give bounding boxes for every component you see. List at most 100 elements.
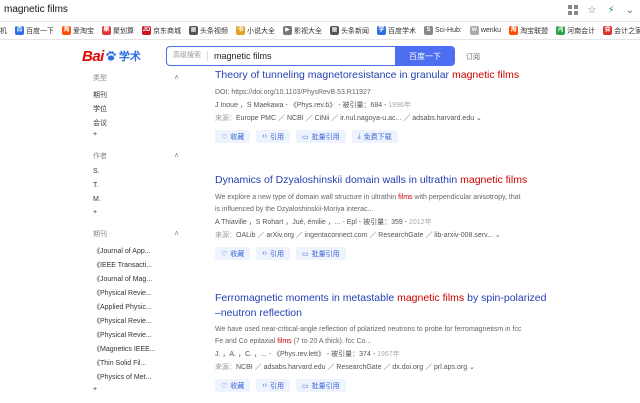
collapse-icon[interactable]: ∧ [174,229,179,237]
bookmark-label: 头条视频 [200,27,228,35]
bookmark-label: 机 [0,27,7,35]
expand-more-author[interactable]: + [93,209,97,216]
quote-icon: ‹› [262,382,267,389]
result-actions: ♡ 收藏 ‹› 引用 ▭ 批量引用 ⤓ 免费下载 [215,130,555,143]
star-icon[interactable]: ☆ [586,4,598,16]
result-actions: ♡ 收藏 ‹› 引用 ▭ 批量引用 [215,247,555,260]
result-sources[interactable]: 来源：Europe PMC ／ NCBI ／ CiNii ／ ir.nul.na… [215,113,555,125]
result-sources[interactable]: 来源：NCBI ／ adsabs.harvard.edu ／ ResearchG… [215,362,555,374]
result-sources[interactable]: 来源：OALib ／ arXiv.org ／ ingentaconnect.co… [215,230,555,242]
filter-item-author[interactable]: M. [93,196,101,203]
bookmark-favicon-icon: 聚 [102,26,111,35]
search-input[interactable]: magnetic films [208,51,272,61]
bookmark-favicon-icon: 淘 [509,26,519,35]
batch-cite-button[interactable]: ▭ 批量引用 [295,379,346,392]
free-download-button[interactable]: ⤓ 免费下载 [351,130,398,143]
folder-icon: ▭ [301,133,309,141]
bookmark-label: 小说大全 [247,27,275,35]
subscribe-link[interactable]: 订阅 [466,52,480,62]
paw-icon [106,51,116,61]
baidu-xueshu-logo[interactable]: Bai 学术 [82,46,141,66]
bookmark-label: 头条新闻 [341,27,369,35]
filter-item-journal-name[interactable]: 《Physical Revie... [93,316,152,326]
chevron-down-icon[interactable]: ⌄ [624,4,636,16]
cite-button[interactable]: ‹› 引用 [256,379,290,392]
result-abstract: We explore a new type of domain wall str… [215,194,521,201]
tab-title[interactable]: magnetic films [4,4,68,15]
result-title-link[interactable]: Theory of tunneling magnetoresistance in… [215,68,555,83]
bookmark-item[interactable]: 淘爱淘宝 [62,26,94,36]
filter-item-journal[interactable]: 期刊 [93,90,107,100]
bookmark-item[interactable]: ▶ 影视大全 [283,26,322,36]
collapse-icon[interactable]: ∧ [174,151,179,159]
bookmark-item[interactable]: JD 京东商城 [142,26,181,36]
bookmark-label: 聚划算 [113,27,134,35]
bookmark-item[interactable]: 淘淘宝联盟 [509,26,548,36]
result-meta: J Inoue ，S Maekawa - 《Phys.rev.b》 - 被引量：… [215,102,411,109]
collapse-icon[interactable]: ∧ [174,73,179,81]
bookmark-favicon-icon: 学 [377,26,386,35]
advanced-search-link[interactable]: 高级搜索 [167,51,208,61]
filter-item-author[interactable]: S. [93,168,100,175]
result-title-link-line2[interactable]: –neutron reflection [215,306,555,321]
bookmark-item[interactable]: 学百度学术 [377,26,416,36]
cite-button[interactable]: ‹› 引用 [256,247,290,260]
filter-item-journal-name[interactable]: 《Physical Revie... [93,288,152,298]
bookmark-favicon-icon: JD [142,26,151,35]
grid-icon[interactable] [567,4,579,16]
batch-cite-button[interactable]: ▭ 批量引用 [295,247,346,260]
filter-sidebar: 类型 ∧ 期刊 学位 会议 + 作者 ∧ S. T. M. + 期刊 ∧ 《Jo… [86,72,182,403]
batch-cite-button[interactable]: ▭ 批量引用 [295,130,346,143]
expand-more-journal[interactable]: + [93,386,97,393]
bookmark-item[interactable]: w wenku [469,26,501,35]
filter-item-journal-name[interactable]: 《Magnetics IEEE... [93,344,156,354]
filter-item-journal-name[interactable]: 《Journal of App... [93,246,151,256]
result-abstract-line: is influenced by the Dzyaloshinskii-Mori… [215,206,374,213]
browser-toolbar-icons: ☆ ⚡ ⌄ [567,4,636,16]
filter-item-conference[interactable]: 会议 [93,118,107,128]
result-meta: J. ，A. ，C. ，... - 《Phys.rev.lett》 - 被引量：… [215,351,400,358]
filter-item-author[interactable]: T. [93,182,98,189]
cite-button[interactable]: ‹› 引用 [256,130,290,143]
filter-item-journal-name[interactable]: 《Thin Solid Fil... [93,358,146,368]
result-title-link[interactable]: Dynamics of Dzyaloshinskii domain walls … [215,173,555,188]
bookmark-label: 会计之家 [614,27,640,35]
bookmark-item[interactable]: ▦ 头条视频 [189,26,228,36]
favorite-button[interactable]: ♡ 收藏 [215,247,251,260]
result-item: Ferromagnetic moments in metastable magn… [215,291,555,392]
result-abstract: We have used near-critical-angle reflect… [215,326,522,333]
search-button[interactable]: 百度一下 [395,46,455,66]
result-abstract-line: Fe and Co epitaxial films (7 to 20 A thi… [215,338,372,345]
filter-heading-author: 作者 [93,153,107,160]
bookmark-favicon-icon: S [424,26,433,35]
result-doi: DOI: https://doi.org/10.1103/PhysRevB.53… [215,89,371,96]
bookmark-item[interactable]: 书小说大全 [236,26,275,36]
bookmark-label: 爱淘宝 [73,27,94,35]
lightning-icon[interactable]: ⚡ [605,4,617,16]
bookmark-item[interactable]: 机 [0,26,7,36]
filter-item-journal-name[interactable]: 《Physical Revie... [93,330,152,340]
bookmark-item[interactable]: S Sci-Hub: [424,26,462,35]
filter-item-journal-name[interactable]: 《IEEE Transacti... [93,260,152,270]
bookmark-item[interactable]: 河河南会计 [556,26,595,36]
bookmark-item[interactable]: 会会计之家 [603,26,640,36]
bookmark-item[interactable]: 聚聚划算 [102,26,134,36]
search-box[interactable]: 高级搜索 magnetic films [166,46,395,66]
filter-item-journal-name[interactable]: 《Physics of Met... [93,372,151,382]
filter-item-journal-name[interactable]: 《Journal of Mag... [93,274,152,284]
favorite-button[interactable]: ♡ 收藏 [215,130,251,143]
filter-item-journal-name[interactable]: 《Applied Physic... [93,302,152,312]
bookmark-favicon-icon: 会 [603,26,613,35]
result-title-link[interactable]: Ferromagnetic moments in metastable magn… [215,291,555,306]
bookmark-item[interactable]: ▦ 头条新闻 [330,26,369,36]
expand-more-type[interactable]: + [93,131,97,138]
quote-icon: ‹› [262,133,267,140]
logo-text-bai: Bai [82,47,104,65]
bookmark-label: 百度学术 [388,27,416,35]
bookmark-item[interactable]: 百百度一下 [15,26,54,36]
result-item: Dynamics of Dzyaloshinskii domain walls … [215,173,555,260]
favorite-button[interactable]: ♡ 收藏 [215,379,251,392]
filter-item-degree[interactable]: 学位 [93,104,107,114]
bookmark-label: 河南会计 [567,27,596,35]
bookmark-label: 百度一下 [26,27,54,35]
